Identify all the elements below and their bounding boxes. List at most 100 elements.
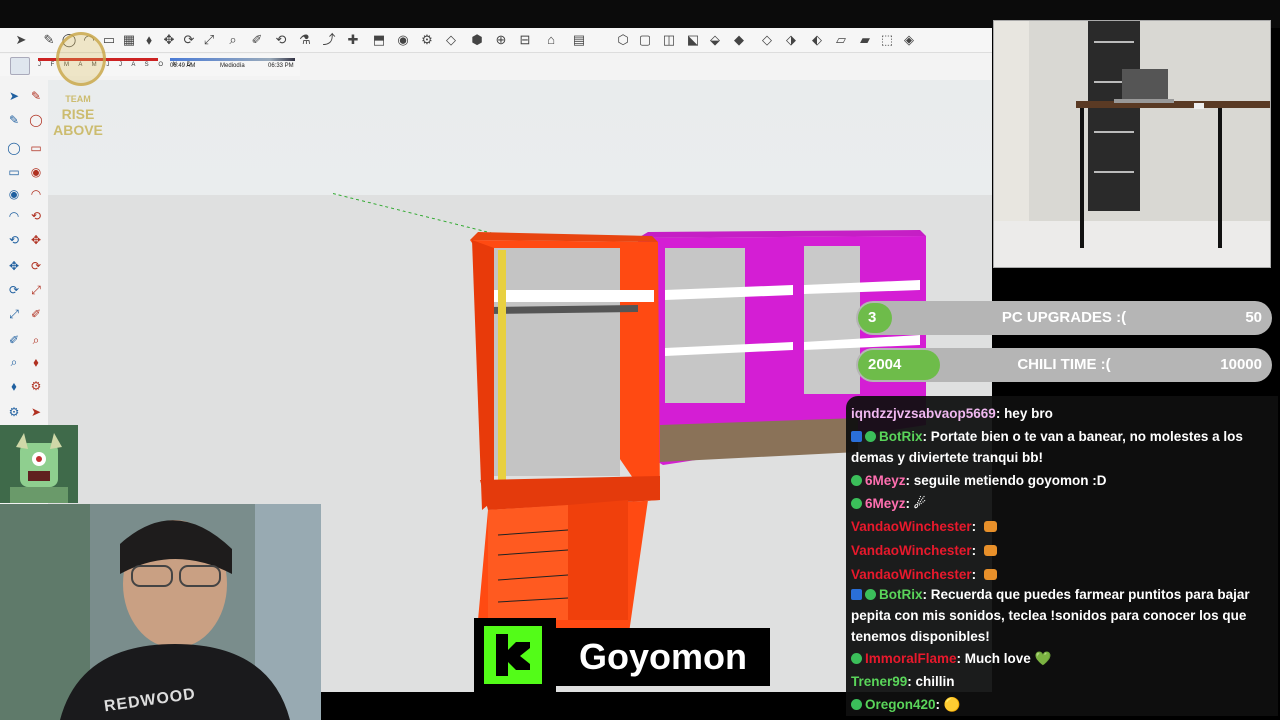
toolbar-tool-icon[interactable]: ⬙	[706, 31, 724, 49]
toolbar-tool-icon[interactable]: ⬚	[878, 31, 896, 49]
chat-text: ☄	[913, 496, 926, 511]
chat-message: ImmoralFlame: Much love 💚	[851, 648, 1271, 669]
toolbar-tool-icon[interactable]: ✚	[344, 31, 362, 49]
chat-username[interactable]: iqndzzjvzsabvaop5669	[851, 406, 996, 421]
chat-message: iqndzzjvzsabvaop5669: hey bro	[851, 403, 1271, 424]
left-tool-icon[interactable]: ✐	[28, 306, 44, 322]
chat-message: BotRix: Portate bien o te van a banear, …	[851, 426, 1271, 468]
left-tool-icon[interactable]: ➤	[28, 404, 44, 420]
toolbar-tool-icon[interactable]: ⊕	[492, 31, 510, 49]
toolbar-tool-icon[interactable]: ▢	[636, 31, 654, 49]
toolbar-tool-icon[interactable]: ⌂	[542, 31, 560, 49]
chat-username[interactable]: 6Meyz	[865, 496, 906, 511]
chat-username[interactable]: Oregon420	[865, 697, 936, 712]
toolbar-tool-icon[interactable]: ⬡	[614, 31, 632, 49]
toolbar-tool-icon[interactable]: ▤	[570, 31, 588, 49]
toolbar-tool-icon[interactable]: ⤢	[200, 31, 218, 49]
left-tool-icon[interactable]: ▭	[28, 140, 44, 156]
toolbar-tool-icon[interactable]: ⬖	[808, 31, 826, 49]
toolbar-tool-icon[interactable]: ⬢	[468, 31, 486, 49]
toolbar-tool-icon[interactable]: ◈	[900, 31, 918, 49]
goal-current: 2004	[868, 356, 902, 373]
chat-username[interactable]: ImmoralFlame	[865, 651, 957, 666]
kick-logo-icon	[484, 626, 542, 684]
left-tool-icon[interactable]: ✎	[6, 112, 22, 128]
left-tool-icon[interactable]: ◠	[6, 208, 22, 224]
left-tool-icon[interactable]: ⤢	[28, 282, 44, 298]
toolbar-tool-icon[interactable]: ⚙	[418, 31, 436, 49]
toolbar-tool-icon[interactable]: ⬒	[370, 31, 388, 49]
chat-username[interactable]: BotRix	[879, 587, 923, 602]
gear-badge-icon	[851, 475, 862, 486]
monster-icon	[10, 433, 68, 503]
toolbar-tool-icon[interactable]: ▦	[120, 31, 138, 49]
chat-username[interactable]: VandaoWinchester	[851, 519, 972, 534]
left-tool-icon[interactable]: ⌕	[28, 332, 44, 348]
toolbar-tool-icon[interactable]: ⚗	[296, 31, 314, 49]
toolbar-tool-icon[interactable]: ✥	[160, 31, 178, 49]
left-tool-icon[interactable]: ⬧	[6, 378, 22, 394]
gear-badge-icon	[851, 699, 862, 710]
chat-username[interactable]: Trener99	[851, 674, 907, 689]
toolbar-tool-icon[interactable]: ▰	[856, 31, 874, 49]
chat-separator: :	[922, 429, 931, 444]
chat-separator: :	[905, 496, 914, 511]
left-tool-icon[interactable]: ➤	[6, 88, 22, 104]
goal-current: 3	[868, 309, 877, 326]
toolbar-tool-icon[interactable]: ◫	[660, 31, 678, 49]
toolbar-tool-icon[interactable]: ⬕	[684, 31, 702, 49]
toolbar-tool-icon[interactable]: ➤	[12, 31, 30, 49]
gear-badge-icon	[865, 589, 876, 600]
left-tool-icon[interactable]: ⚙	[6, 404, 22, 420]
left-tool-icon[interactable]: ◉	[28, 164, 44, 180]
left-tool-icon[interactable]: ⌕	[6, 354, 22, 370]
left-tool-icon[interactable]: ⟲	[28, 208, 44, 224]
moderator-badge-icon	[851, 589, 862, 600]
shadow-toggle-button[interactable]	[10, 57, 30, 75]
left-tool-icon[interactable]: ⬧	[28, 354, 44, 370]
toolbar-tool-icon[interactable]: ✐	[248, 31, 266, 49]
left-tool-icon[interactable]: ⟲	[6, 232, 22, 248]
shadow-time-slider[interactable]	[170, 58, 295, 61]
chat-username[interactable]: VandaoWinchester	[851, 543, 972, 558]
chat-message: 6Meyz: ☄	[851, 493, 1271, 514]
toolbar-tool-icon[interactable]: ⬧	[140, 31, 158, 49]
toolbar-tool-icon[interactable]: ⊟	[516, 31, 534, 49]
left-tool-icon[interactable]: ✐	[6, 332, 22, 348]
toolbar-tool-icon[interactable]: ⤴	[320, 31, 338, 49]
cat-emote-icon	[983, 569, 997, 580]
chat-separator: :	[956, 651, 965, 666]
toolbar-tool-icon[interactable]: ⬗	[782, 31, 800, 49]
left-tool-icon[interactable]: ⟳	[6, 282, 22, 298]
shadow-time-mid: Mediodía	[220, 63, 245, 69]
toolbar-tool-icon[interactable]: ⟲	[272, 31, 290, 49]
toolbar-tool-icon[interactable]: ⟳	[180, 31, 198, 49]
toolbar-tool-icon[interactable]: ◇	[442, 31, 460, 49]
toolbar-tool-icon[interactable]: ◆	[730, 31, 748, 49]
left-tool-icon[interactable]: ▭	[6, 164, 22, 180]
left-tool-icon[interactable]: ◯	[6, 140, 22, 156]
team-logo: TEAM RISE ABOVE	[42, 30, 114, 138]
left-tool-icon[interactable]: ✥	[28, 232, 44, 248]
toolbar-tool-icon[interactable]: ▱	[832, 31, 850, 49]
toolbar-tool-icon[interactable]: ⌕	[224, 31, 242, 49]
toolbar-tool-icon[interactable]: ◉	[394, 31, 412, 49]
chat-separator: :	[995, 406, 1005, 421]
chat-username[interactable]: 6Meyz	[865, 473, 906, 488]
left-toolbar	[0, 80, 48, 425]
left-tool-icon[interactable]: ◉	[6, 186, 22, 202]
left-tool-icon[interactable]: ⟳	[28, 258, 44, 274]
chat-username[interactable]: VandaoWinchester	[851, 567, 972, 582]
chat-username[interactable]: BotRix	[879, 429, 923, 444]
fist-icon	[56, 32, 106, 86]
chat-separator: :	[971, 519, 980, 534]
left-tool-icon[interactable]: ◠	[28, 186, 44, 202]
chat-message: VandaoWinchester:	[851, 516, 1271, 537]
left-tool-icon[interactable]: ⚙	[28, 378, 44, 394]
toolbar-tool-icon[interactable]: ◇	[758, 31, 776, 49]
chat-message: Trener99: chillin	[851, 671, 1271, 692]
left-tool-icon[interactable]: ✥	[6, 258, 22, 274]
left-tool-icon[interactable]: ⤢	[6, 306, 22, 322]
moderator-badge-icon	[851, 431, 862, 442]
desk-photo	[994, 21, 1270, 267]
